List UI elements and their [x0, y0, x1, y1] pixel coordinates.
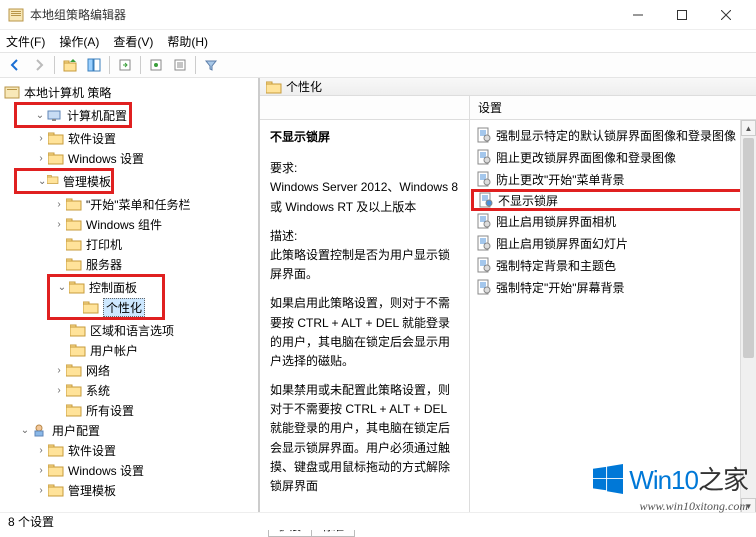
chevron-down-icon[interactable]: ⌄: [37, 174, 47, 188]
list-item[interactable]: 强制显示特定的默认锁屏界面图像和登录图像: [472, 124, 754, 146]
tree-win-components[interactable]: ›Windows 组件: [2, 214, 258, 234]
list-header[interactable]: 设置: [470, 96, 756, 120]
minimize-button[interactable]: [616, 1, 660, 29]
tree-control-panel[interactable]: ⌄控制面板: [50, 277, 162, 297]
menu-view[interactable]: 查看(V): [113, 33, 153, 50]
policy-icon: [476, 171, 492, 187]
chevron-down-icon[interactable]: ⌄: [55, 280, 69, 294]
detail-header: [260, 96, 469, 120]
window-controls: [616, 1, 748, 29]
menu-action[interactable]: 操作(A): [59, 33, 99, 50]
chevron-right-icon[interactable]: ›: [34, 463, 48, 477]
refresh-button[interactable]: [145, 54, 167, 76]
pane-title: 个性化: [286, 78, 322, 95]
list-item-label: 强制特定背景和主题色: [496, 257, 616, 274]
policy-icon: [476, 213, 492, 229]
windows-logo-icon: [593, 464, 623, 494]
tree-user-accounts[interactable]: 用户帐户: [2, 340, 258, 360]
titlebar: 本地组策略编辑器: [0, 0, 756, 30]
policy-icon: [476, 235, 492, 251]
tree-root[interactable]: 本地计算机 策略: [2, 82, 258, 102]
list-item-label: 防止更改"开始"菜单背景: [496, 171, 625, 188]
tree-user-software-settings[interactable]: ›软件设置: [2, 440, 258, 460]
chevron-right-icon[interactable]: ›: [34, 443, 48, 457]
chevron-down-icon[interactable]: ⌄: [33, 108, 47, 122]
vertical-scrollbar[interactable]: ▲ ▼: [740, 120, 756, 514]
chevron-right-icon[interactable]: ›: [34, 131, 48, 145]
tree-software-settings[interactable]: ›软件设置: [2, 128, 258, 148]
filter-button[interactable]: [200, 54, 222, 76]
maximize-button[interactable]: [660, 1, 704, 29]
window-title: 本地组策略编辑器: [30, 6, 616, 23]
close-button[interactable]: [704, 1, 748, 29]
app-icon: [8, 7, 24, 23]
chevron-right-icon[interactable]: ›: [52, 197, 66, 211]
pane-header: 个性化: [260, 78, 756, 96]
status-text: 8 个设置: [8, 513, 54, 530]
chevron-right-icon[interactable]: ›: [52, 363, 66, 377]
tree-user-windows-settings[interactable]: ›Windows 设置: [2, 460, 258, 480]
policy-icon: [476, 257, 492, 273]
policy-icon: [478, 192, 494, 208]
list-item[interactable]: 不显示锁屏: [471, 189, 755, 211]
tree-start-menu[interactable]: ›"开始"菜单和任务栏: [2, 194, 258, 214]
tree-user-admin-templates[interactable]: ›管理模板: [2, 480, 258, 500]
toolbar: [0, 52, 756, 78]
tree-system[interactable]: ›系统: [2, 380, 258, 400]
list-item[interactable]: 阻止启用锁屏界面幻灯片: [472, 232, 754, 254]
properties-button[interactable]: [169, 54, 191, 76]
menu-file[interactable]: 文件(F): [6, 33, 45, 50]
tree-network[interactable]: ›网络: [2, 360, 258, 380]
list-item[interactable]: 阻止启用锁屏界面相机: [472, 210, 754, 232]
up-button[interactable]: [59, 54, 81, 76]
tree-pane[interactable]: 本地计算机 策略 ⌄ 计算机配置 ›软件设置 ›Windows 设置 ⌄管理模板…: [0, 78, 260, 513]
main-area: 本地计算机 策略 ⌄ 计算机配置 ›软件设置 ›Windows 设置 ⌄管理模板…: [0, 78, 756, 513]
settings-list-pane: 设置 强制显示特定的默认锁屏界面图像和登录图像阻止更改锁屏界面图像和登录图像防止…: [470, 96, 756, 514]
list-item[interactable]: 强制特定背景和主题色: [472, 254, 754, 276]
chevron-right-icon[interactable]: ›: [52, 217, 66, 231]
list-item-label: 阻止更改锁屏界面图像和登录图像: [496, 149, 676, 166]
statusbar: 8 个设置: [0, 512, 756, 530]
settings-list[interactable]: 强制显示特定的默认锁屏界面图像和登录图像阻止更改锁屏界面图像和登录图像防止更改"…: [470, 120, 756, 514]
chevron-down-icon[interactable]: ⌄: [18, 423, 32, 437]
menu-help[interactable]: 帮助(H): [167, 33, 208, 50]
tree-computer-config[interactable]: ⌄ 计算机配置: [17, 105, 129, 125]
policy-icon: [476, 279, 492, 295]
tree-windows-settings[interactable]: ›Windows 设置: [2, 148, 258, 168]
forward-button[interactable]: [28, 54, 50, 76]
export-button[interactable]: [114, 54, 136, 76]
detail-pane: 不显示锁屏 要求:Windows Server 2012、Windows 8 或…: [260, 96, 470, 514]
tree-user-config[interactable]: ⌄用户配置: [2, 420, 258, 440]
list-item[interactable]: 防止更改"开始"菜单背景: [472, 168, 754, 190]
chevron-right-icon[interactable]: ›: [34, 483, 48, 497]
tree-all-settings[interactable]: 所有设置: [2, 400, 258, 420]
chevron-right-icon[interactable]: ›: [52, 383, 66, 397]
tree-personalization[interactable]: 个性化: [50, 297, 162, 317]
list-item-label: 阻止启用锁屏界面相机: [496, 213, 616, 230]
list-item-label: 强制显示特定的默认锁屏界面图像和登录图像: [496, 127, 736, 144]
menubar: 文件(F) 操作(A) 查看(V) 帮助(H): [0, 30, 756, 52]
folder-icon: [266, 80, 282, 94]
list-item-label: 强制特定"开始"屏幕背景: [496, 279, 625, 296]
scroll-thumb[interactable]: [743, 138, 754, 358]
policy-icon: [476, 127, 492, 143]
detail-title: 不显示锁屏: [270, 128, 459, 147]
tree-servers[interactable]: 服务器: [2, 254, 258, 274]
list-item[interactable]: 强制特定"开始"屏幕背景: [472, 276, 754, 298]
tree-printers[interactable]: 打印机: [2, 234, 258, 254]
back-button[interactable]: [4, 54, 26, 76]
scroll-up-button[interactable]: ▲: [741, 120, 756, 136]
tree-admin-templates[interactable]: ⌄管理模板: [17, 171, 111, 191]
list-item[interactable]: 阻止更改锁屏界面图像和登录图像: [472, 146, 754, 168]
tree-region-lang[interactable]: 区域和语言选项: [2, 320, 258, 340]
list-item-label: 不显示锁屏: [498, 192, 558, 209]
policy-icon: [476, 149, 492, 165]
list-item-label: 阻止启用锁屏界面幻灯片: [496, 235, 628, 252]
show-hide-button[interactable]: [83, 54, 105, 76]
watermark: Win10之家 www.win10xitong.com: [593, 460, 748, 514]
chevron-right-icon[interactable]: ›: [34, 151, 48, 165]
